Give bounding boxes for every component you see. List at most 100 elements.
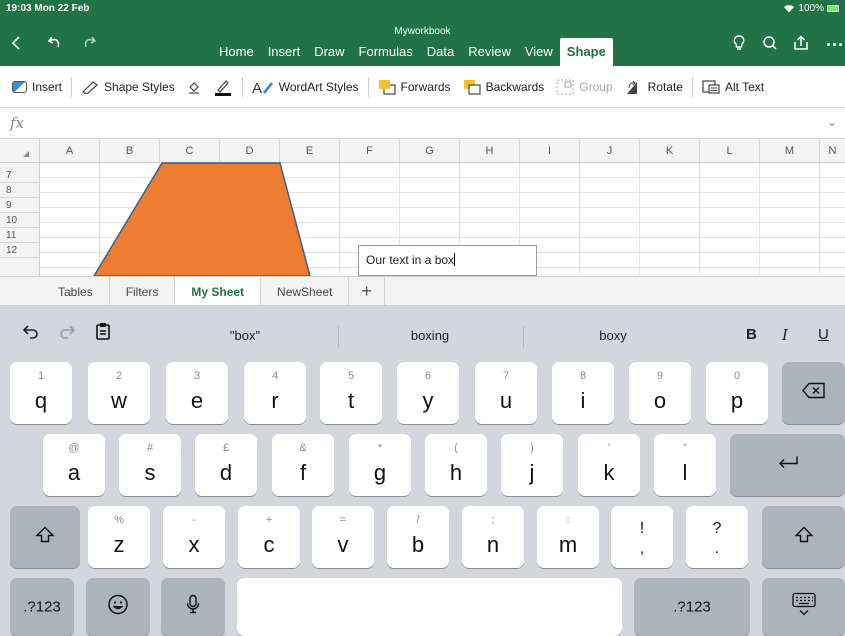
key-v[interactable]: = v bbox=[312, 506, 374, 568]
key-alt-char: 0 bbox=[733, 370, 741, 382]
shape-fill-button[interactable] bbox=[181, 80, 207, 94]
text-box[interactable]: Our text in a box bbox=[358, 245, 537, 276]
key-i[interactable]: 8i bbox=[552, 362, 614, 424]
key-alt-char: ’ bbox=[607, 442, 611, 454]
key-r[interactable]: 4r bbox=[244, 362, 306, 424]
key-e[interactable]: 3e bbox=[166, 362, 228, 424]
key-alt-char: 1 bbox=[37, 370, 45, 382]
key-q[interactable]: 1q bbox=[10, 362, 72, 424]
key-period[interactable]: ?. bbox=[686, 506, 748, 568]
italic-button[interactable]: I bbox=[782, 326, 788, 344]
divider bbox=[241, 76, 243, 97]
undo-icon[interactable] bbox=[46, 34, 64, 57]
key-p[interactable]: 0p bbox=[706, 362, 768, 424]
return-key[interactable] bbox=[730, 434, 845, 496]
chevron-down-icon[interactable]: ⌄ bbox=[827, 115, 837, 129]
suggestion-1[interactable]: "box" bbox=[170, 328, 320, 343]
formula-bar[interactable]: fx ⌄ bbox=[0, 109, 845, 139]
tab-home[interactable]: Home bbox=[212, 38, 261, 66]
key-char: f bbox=[299, 460, 307, 485]
key-k[interactable]: ’ k bbox=[578, 434, 640, 496]
tab-draw[interactable]: Draw bbox=[307, 38, 351, 66]
key-char: a bbox=[67, 460, 81, 485]
key-comma[interactable]: !, bbox=[611, 506, 673, 568]
key-m[interactable]: :m bbox=[537, 506, 599, 568]
backwards-label: Backwards bbox=[485, 79, 545, 94]
key-f[interactable]: & f bbox=[272, 434, 334, 496]
key-c[interactable]: + c bbox=[238, 506, 300, 568]
key-o[interactable]: 9o bbox=[629, 362, 691, 424]
key-x[interactable]: -x bbox=[163, 506, 225, 568]
spreadsheet-grid[interactable]: A B C D E F G H I J K L M N 7 8 9 10 11 … bbox=[0, 139, 845, 276]
redo-icon[interactable] bbox=[80, 34, 98, 57]
space-bar[interactable] bbox=[237, 578, 622, 636]
status-date: Mon 22 Feb bbox=[34, 3, 90, 14]
sheet-tab-newsheet[interactable]: NewSheet bbox=[261, 277, 350, 305]
key-j[interactable]: ) j bbox=[501, 434, 563, 496]
shape-styles-button[interactable]: Shape Styles bbox=[75, 80, 181, 94]
sheet-tab-filters[interactable]: Filters bbox=[110, 277, 176, 305]
emoji-key[interactable] bbox=[86, 578, 150, 636]
add-sheet-button[interactable]: + bbox=[349, 277, 385, 305]
tab-shape[interactable]: Shape bbox=[559, 38, 613, 66]
clipboard-icon[interactable] bbox=[95, 322, 111, 345]
key-h[interactable]: (h bbox=[425, 434, 487, 496]
key-char: e bbox=[190, 388, 204, 413]
redo-icon[interactable] bbox=[58, 322, 76, 345]
insert-button[interactable]: Insert bbox=[6, 80, 68, 94]
sheet-tab-my-sheet[interactable]: My Sheet bbox=[175, 277, 262, 305]
share-icon[interactable] bbox=[792, 34, 810, 57]
tab-review[interactable]: Review bbox=[461, 38, 518, 66]
bring-forwards-button[interactable]: Forwards bbox=[372, 79, 457, 95]
numbers-key-right[interactable]: .?123 bbox=[634, 578, 750, 636]
suggestion-3[interactable]: boxy bbox=[538, 328, 688, 343]
tab-formulas[interactable]: Formulas bbox=[352, 38, 420, 66]
sheet-tab-tables[interactable]: Tables bbox=[42, 277, 110, 305]
fx-icon: fx bbox=[10, 114, 25, 132]
key-alt-char: 4 bbox=[271, 370, 279, 382]
underline-button[interactable]: U bbox=[818, 326, 829, 343]
tab-view[interactable]: View bbox=[518, 38, 560, 66]
dictation-key[interactable] bbox=[161, 578, 225, 636]
send-backwards-button[interactable]: Backwards bbox=[457, 79, 551, 95]
tab-data[interactable]: Data bbox=[420, 38, 461, 66]
key-alt-char: & bbox=[299, 442, 307, 454]
suggestion-2[interactable]: boxing bbox=[355, 328, 505, 343]
delete-icon bbox=[782, 382, 845, 404]
key-z[interactable]: % z bbox=[88, 506, 150, 568]
group-button[interactable]: Group bbox=[550, 79, 618, 95]
key-y[interactable]: 6y bbox=[397, 362, 459, 424]
key-g[interactable]: * g bbox=[349, 434, 411, 496]
tab-insert[interactable]: Insert bbox=[261, 38, 308, 66]
wordart-styles-button[interactable]: A WordArt Styles bbox=[246, 79, 365, 95]
more-icon[interactable]: ··· bbox=[826, 34, 844, 56]
key-n[interactable]: ; n bbox=[462, 506, 524, 568]
key-b[interactable]: / b bbox=[387, 506, 449, 568]
backspace-key[interactable] bbox=[782, 362, 845, 424]
shape-outline-button[interactable] bbox=[207, 78, 239, 96]
lightbulb-icon[interactable] bbox=[732, 34, 746, 57]
key-a[interactable]: @ a bbox=[43, 434, 105, 496]
key-t[interactable]: 5t bbox=[320, 362, 382, 424]
key-w[interactable]: 2w bbox=[88, 362, 150, 424]
shift-key-left[interactable] bbox=[10, 506, 80, 568]
key-s[interactable]: # s bbox=[119, 434, 181, 496]
back-icon[interactable] bbox=[10, 34, 22, 57]
rotate-button[interactable]: Rotate bbox=[619, 79, 689, 95]
key-u[interactable]: 7u bbox=[475, 362, 537, 424]
numbers-key-left[interactable]: .?123 bbox=[10, 578, 74, 636]
shape-styles-label: Shape Styles bbox=[104, 79, 175, 94]
key-char: g bbox=[373, 460, 387, 485]
alt-text-button[interactable]: Alt Text bbox=[696, 80, 770, 94]
undo-icon[interactable] bbox=[22, 322, 40, 345]
key-char: o bbox=[653, 388, 667, 413]
trapezoid-fill[interactable] bbox=[93, 162, 311, 276]
key-alt-char: ! bbox=[639, 520, 645, 537]
key-d[interactable]: £ d bbox=[195, 434, 257, 496]
shift-key-right[interactable] bbox=[762, 506, 845, 568]
bold-button[interactable]: B bbox=[746, 326, 757, 343]
key-l[interactable]: ” l bbox=[654, 434, 716, 496]
search-icon[interactable] bbox=[762, 34, 778, 57]
dismiss-keyboard-key[interactable] bbox=[762, 578, 845, 636]
key-alt-char: 9 bbox=[656, 370, 664, 382]
